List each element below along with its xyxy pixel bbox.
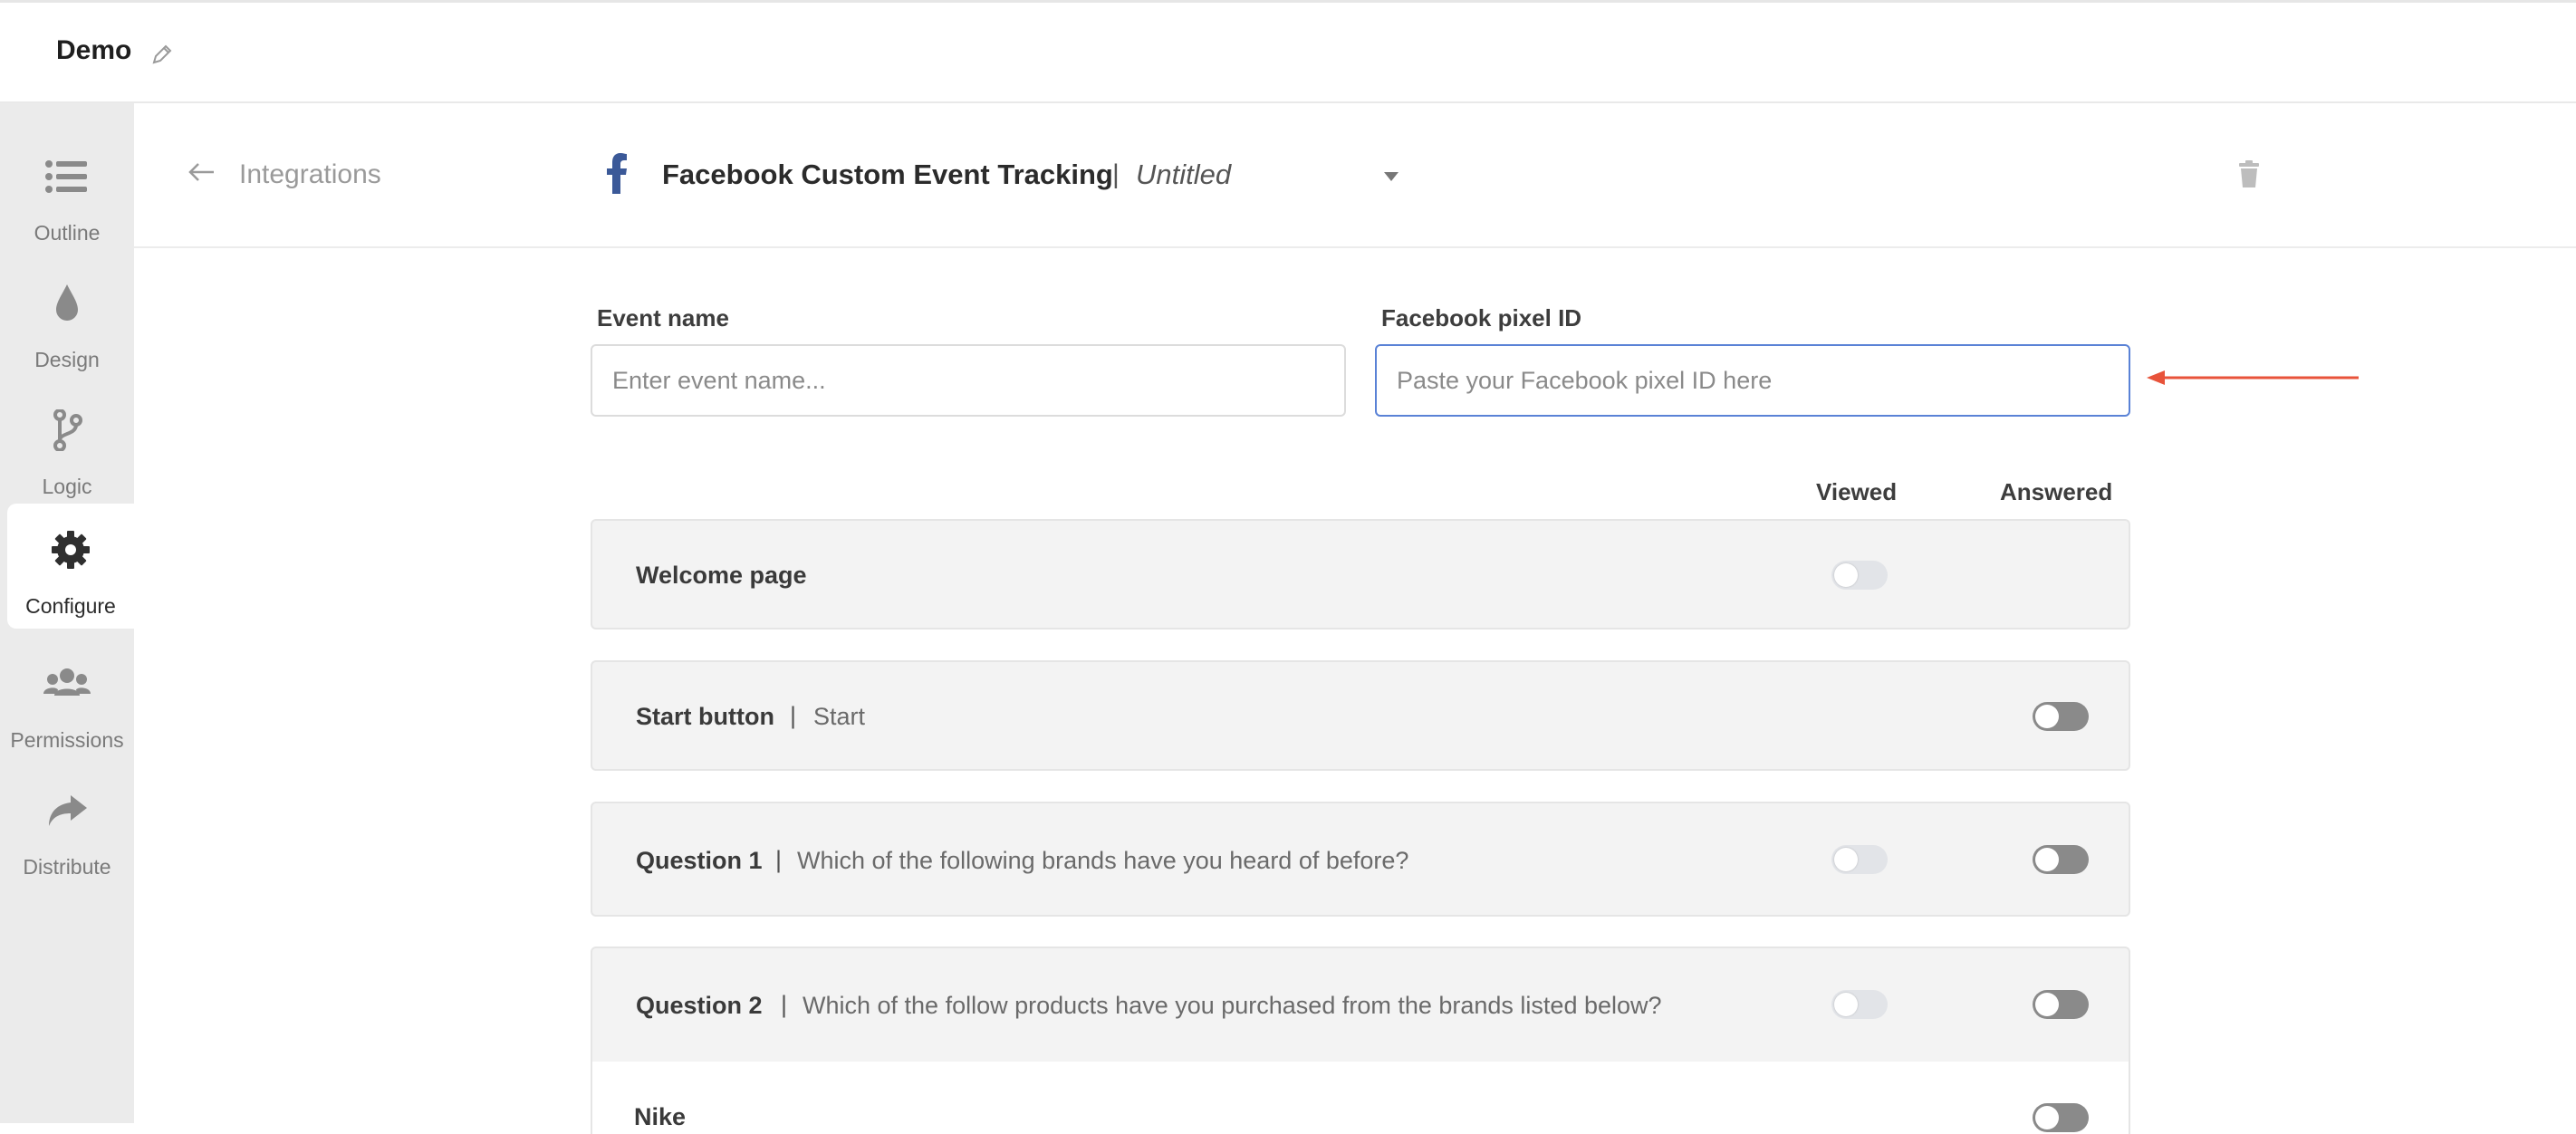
row-separator: | [781,991,788,1018]
event-name-input[interactable] [591,344,1346,417]
trash-icon[interactable] [2237,159,2261,188]
row-separator: | [790,702,797,729]
event-row-question-2: Question 2 | Which of the follow product… [591,947,2130,1073]
integration-title: Facebook Custom Event Tracking [662,159,1113,190]
sidebar-item-outline[interactable]: Outline [0,130,134,255]
sidebar-item-label: Logic [42,475,92,498]
viewed-toggle[interactable] [1831,561,1888,590]
answered-column-header: Answered [2000,478,2113,505]
back-arrow-icon[interactable] [187,161,217,183]
row-title: Welcome page [636,562,807,589]
viewed-toggle[interactable] [1831,845,1888,874]
row-description: Which of the follow products have you pu… [803,992,1662,1019]
event-subrow-nike: Nike [591,1062,2130,1134]
answered-toggle[interactable] [2033,1103,2089,1132]
sidebar-item-distribute[interactable]: Distribute [0,764,134,889]
droplet-icon [56,284,78,321]
row-title: Question 2 [636,992,763,1019]
sidebar-item-label: Distribute [23,855,111,879]
title-separator: | [1112,159,1120,189]
row-title: Question 1 [636,847,763,874]
sidebar: Outline Design Logic Configure Permissio… [0,103,134,1123]
pencil-icon[interactable] [150,43,174,66]
row-separator: | [775,846,783,873]
branch-icon [53,409,82,451]
back-to-integrations-link[interactable]: Integrations [239,159,381,190]
row-description: Which of the following brands have you h… [797,847,1409,874]
facebook-icon [607,153,627,194]
users-icon [43,668,91,696]
sidebar-item-label: Design [34,348,100,371]
top-bar: Demo [0,0,2576,103]
sidebar-item-logic[interactable]: Logic [0,384,134,509]
sidebar-item-configure[interactable]: Configure [7,504,134,629]
gear-icon [52,531,90,569]
answered-toggle[interactable] [2033,702,2089,731]
sidebar-item-permissions[interactable]: Permissions [0,638,134,763]
sidebar-item-design[interactable]: Design [0,257,134,382]
sidebar-item-label: Outline [34,221,101,245]
pixel-id-label: Facebook pixel ID [1381,304,1582,332]
event-row-start-button: Start button | Start [591,660,2130,771]
sidebar-item-label: Configure [25,594,116,618]
event-row-welcome-page: Welcome page [591,519,2130,629]
viewed-toggle[interactable] [1831,990,1888,1019]
pixel-id-input[interactable] [1375,344,2130,417]
form-title: Demo [56,35,132,65]
caret-down-icon[interactable] [1382,170,1400,183]
event-name-label: Event name [597,304,729,332]
sidebar-item-label: Permissions [10,728,124,752]
answered-toggle[interactable] [2033,990,2089,1019]
integration-header: Integrations Facebook Custom Event Track… [134,103,2576,248]
annotation-arrow-icon [2147,370,2359,385]
config-name-dropdown[interactable]: Untitled [1136,159,1231,191]
answered-toggle[interactable] [2033,845,2089,874]
row-title: Nike [634,1103,687,1130]
viewed-column-header: Viewed [1816,478,1898,505]
row-title: Start button [636,703,774,730]
event-row-question-1: Question 1 | Which of the following bran… [591,802,2130,917]
row-description: Start [813,703,866,730]
share-icon [49,795,87,826]
list-icon [45,160,87,193]
